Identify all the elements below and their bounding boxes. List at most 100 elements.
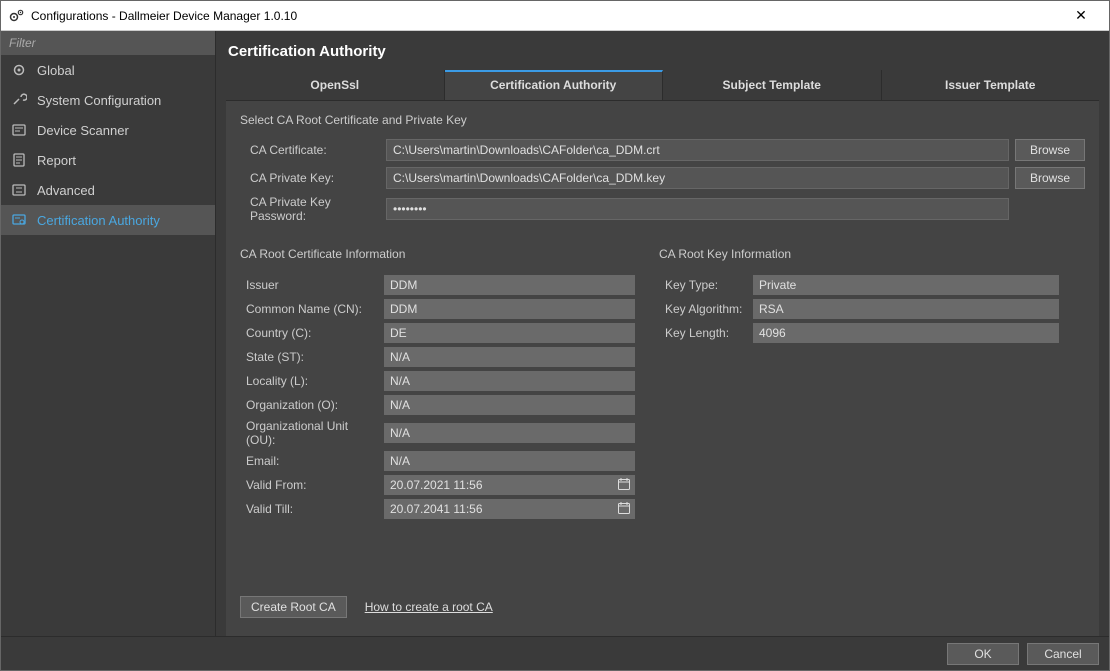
scanner-icon [11,122,29,138]
tab-subject-template[interactable]: Subject Template [663,70,882,100]
ok-button[interactable]: OK [947,643,1019,665]
valid-till-label: Valid Till: [240,502,380,516]
howto-link[interactable]: How to create a root CA [365,600,493,614]
main-panel: Certification Authority OpenSsl Certific… [216,31,1109,636]
filter-input[interactable]: Filter [1,31,215,55]
sidebar-item-report[interactable]: Report [1,145,215,175]
row-organization: Organization (O): N/A [240,395,635,415]
certificate-icon [11,212,29,228]
valid-from-label: Valid From: [240,478,380,492]
tab-openssl[interactable]: OpenSsl [226,70,445,100]
row-organizational-unit: Organizational Unit (OU): N/A [240,419,635,447]
email-value: N/A [384,451,635,471]
valid-from-value: 20.07.2021 11:56 [384,475,635,495]
tab-content: Select CA Root Certificate and Private K… [226,101,1099,636]
browse-cert-button[interactable]: Browse [1015,139,1085,161]
valid-till-text: 20.07.2041 11:56 [390,502,483,516]
sidebar-item-advanced[interactable]: Advanced [1,175,215,205]
row-ca-private-key-password: CA Private Key Password: [240,195,1085,223]
sidebar-item-device-scanner[interactable]: Device Scanner [1,115,215,145]
row-key-type: Key Type: Private [659,275,1059,295]
country-label: Country (C): [240,326,380,340]
key-info-column: CA Root Key Information Key Type: Privat… [659,247,1059,523]
row-key-algorithm: Key Algorithm: RSA [659,299,1059,319]
ca-private-key-password-input[interactable] [386,198,1009,220]
key-type-value: Private [753,275,1059,295]
ca-certificate-label: CA Certificate: [240,143,380,157]
ca-private-key-label: CA Private Key: [240,171,380,185]
sidebar-item-label: Advanced [37,183,95,198]
row-key-length: Key Length: 4096 [659,323,1059,343]
calendar-icon[interactable] [617,501,631,515]
organizational-unit-value: N/A [384,423,635,443]
row-email: Email: N/A [240,451,635,471]
calendar-icon[interactable] [617,477,631,491]
row-common-name: Common Name (CN): DDM [240,299,635,319]
state-value: N/A [384,347,635,367]
ca-private-key-password-label: CA Private Key Password: [240,195,380,223]
row-state: State (ST): N/A [240,347,635,367]
config-window: Configurations - Dallmeier Device Manage… [0,0,1110,671]
cert-info-column: CA Root Certificate Information Issuer D… [240,247,635,523]
cancel-button[interactable]: Cancel [1027,643,1099,665]
select-ca-heading: Select CA Root Certificate and Private K… [240,113,1085,127]
sidebar-item-system-configuration[interactable]: System Configuration [1,85,215,115]
wrench-gear-icon [11,92,29,108]
create-root-ca-button[interactable]: Create Root CA [240,596,347,618]
cert-info-heading: CA Root Certificate Information [240,247,635,261]
state-label: State (ST): [240,350,380,364]
browse-key-button[interactable]: Browse [1015,167,1085,189]
locality-label: Locality (L): [240,374,380,388]
ca-certificate-input[interactable] [386,139,1009,161]
info-columns: CA Root Certificate Information Issuer D… [240,247,1085,523]
row-locality: Locality (L): N/A [240,371,635,391]
sidebar: Filter Global System Configuration Devic… [1,31,216,636]
locality-value: N/A [384,371,635,391]
row-issuer: Issuer DDM [240,275,635,295]
actions-row: Create Root CA How to create a root CA [240,588,1085,624]
dialog-footer: OK Cancel [1,636,1109,670]
valid-from-text: 20.07.2021 11:56 [390,478,483,492]
page-title: Certification Authority [226,37,1099,70]
row-country: Country (C): DE [240,323,635,343]
gear-icon [11,62,29,78]
sidebar-item-label: Certification Authority [37,213,160,228]
sidebar-item-global[interactable]: Global [1,55,215,85]
row-valid-from: Valid From: 20.07.2021 11:56 [240,475,635,495]
common-name-label: Common Name (CN): [240,302,380,316]
filter-placeholder: Filter [9,36,36,50]
tabs: OpenSsl Certification Authority Subject … [226,70,1099,101]
report-icon [11,152,29,168]
organizational-unit-label: Organizational Unit (OU): [240,419,380,447]
row-ca-private-key: CA Private Key: Browse [240,167,1085,189]
ca-private-key-input[interactable] [386,167,1009,189]
sidebar-item-label: System Configuration [37,93,161,108]
close-icon[interactable]: ✕ [1061,7,1101,24]
issuer-value: DDM [384,275,635,295]
key-length-value: 4096 [753,323,1059,343]
sidebar-item-certification-authority[interactable]: Certification Authority [1,205,215,235]
tab-issuer-template[interactable]: Issuer Template [882,70,1100,100]
key-algorithm-value: RSA [753,299,1059,319]
titlebar: Configurations - Dallmeier Device Manage… [1,1,1109,31]
valid-till-value: 20.07.2041 11:56 [384,499,635,519]
sidebar-item-label: Device Scanner [37,123,129,138]
common-name-value: DDM [384,299,635,319]
organization-value: N/A [384,395,635,415]
key-info-heading: CA Root Key Information [659,247,1059,261]
key-algorithm-label: Key Algorithm: [659,302,749,316]
row-ca-certificate: CA Certificate: Browse [240,139,1085,161]
window-title: Configurations - Dallmeier Device Manage… [31,9,1061,23]
tab-certification-authority[interactable]: Certification Authority [445,70,664,100]
window-body: Filter Global System Configuration Devic… [1,31,1109,636]
country-value: DE [384,323,635,343]
sidebar-item-label: Report [37,153,76,168]
issuer-label: Issuer [240,278,380,292]
advanced-icon [11,182,29,198]
row-valid-till: Valid Till: 20.07.2041 11:56 [240,499,635,519]
organization-label: Organization (O): [240,398,380,412]
email-label: Email: [240,454,380,468]
key-type-label: Key Type: [659,278,749,292]
key-length-label: Key Length: [659,326,749,340]
sidebar-item-label: Global [37,63,75,78]
